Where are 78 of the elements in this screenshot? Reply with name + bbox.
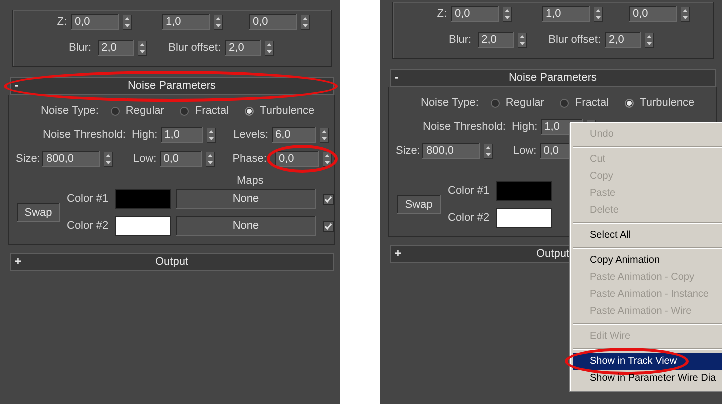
swap-button[interactable]: Swap bbox=[397, 195, 441, 214]
color-swatch[interactable] bbox=[115, 216, 171, 236]
number-field[interactable]: 1,0 bbox=[162, 14, 210, 30]
spinner-icon[interactable] bbox=[594, 6, 603, 22]
number-field[interactable]: 1,0 bbox=[542, 6, 590, 22]
field-label: Noise Type: bbox=[421, 97, 479, 109]
spinner-icon[interactable] bbox=[518, 32, 527, 48]
spinner-icon[interactable] bbox=[214, 14, 223, 30]
number-field[interactable]: 0,0 bbox=[71, 14, 119, 30]
field-label: Blur offset: bbox=[168, 42, 222, 54]
field-label: Noise Threshold: bbox=[423, 121, 506, 133]
number-field[interactable]: 0,0 bbox=[160, 151, 202, 167]
field-label: Low: bbox=[513, 145, 537, 157]
maps-label: Maps bbox=[237, 175, 264, 187]
map-button[interactable]: None bbox=[176, 189, 316, 209]
spinner-icon[interactable] bbox=[206, 152, 215, 166]
radio-option[interactable]: Fractal bbox=[180, 105, 230, 117]
spinner-icon[interactable] bbox=[681, 6, 690, 22]
radio-option[interactable]: Turbulence bbox=[245, 105, 315, 117]
field-label: High: bbox=[132, 129, 158, 141]
spinner-icon[interactable] bbox=[104, 152, 114, 166]
number-field[interactable]: 0,0 bbox=[629, 6, 677, 22]
spinner-icon[interactable] bbox=[645, 32, 654, 48]
menu-item[interactable]: Show in Track View bbox=[573, 353, 722, 370]
radio-option[interactable]: Regular bbox=[490, 97, 544, 109]
swap-button[interactable]: Swap bbox=[17, 203, 60, 222]
field-label: Blur: bbox=[449, 34, 472, 46]
radio-option[interactable]: Turbulence bbox=[625, 97, 695, 109]
menu-item[interactable]: Select All bbox=[573, 227, 722, 244]
number-field[interactable]: 2,0 bbox=[225, 40, 262, 56]
axis-label: Z: bbox=[56, 16, 68, 28]
color-label: Color #1 bbox=[448, 185, 491, 197]
checkbox[interactable] bbox=[323, 220, 334, 232]
spinner-icon[interactable] bbox=[265, 40, 274, 56]
number-field[interactable]: 6,0 bbox=[272, 127, 316, 143]
axis-label: Z: bbox=[436, 8, 448, 20]
number-field[interactable]: 800,0 bbox=[422, 143, 480, 159]
spinner-icon[interactable] bbox=[301, 14, 310, 30]
number-field[interactable]: 0,0 bbox=[249, 14, 297, 30]
spinner-icon[interactable] bbox=[138, 40, 147, 56]
radio-option[interactable]: Fractal bbox=[560, 97, 610, 109]
field-label: Levels: bbox=[234, 129, 268, 141]
spinner-icon[interactable] bbox=[123, 14, 132, 30]
spinner-icon[interactable] bbox=[320, 128, 328, 142]
menu-item[interactable]: Show in Parameter Wire Dia bbox=[573, 370, 722, 387]
color-label: Color #2 bbox=[448, 212, 491, 224]
number-field[interactable]: 2,0 bbox=[605, 32, 642, 48]
field-label: Phase: bbox=[232, 153, 267, 165]
color-label: Color #2 bbox=[67, 220, 110, 232]
spinner-icon[interactable] bbox=[503, 6, 512, 22]
rollout-header[interactable]: - Noise Parameters bbox=[390, 69, 716, 87]
field-label: Blur offset: bbox=[548, 34, 602, 46]
highlight-ellipse bbox=[266, 145, 338, 173]
rollout-header[interactable]: + Output bbox=[10, 253, 334, 271]
rollout-header[interactable]: - Noise Parameters bbox=[10, 77, 334, 95]
number-field[interactable]: 0,0 bbox=[451, 6, 499, 22]
map-button[interactable]: None bbox=[176, 216, 316, 236]
spinner-icon[interactable] bbox=[322, 152, 332, 166]
field-label: High: bbox=[512, 121, 538, 133]
radio-option[interactable]: Regular bbox=[110, 105, 164, 117]
field-label: Size: bbox=[396, 145, 420, 157]
field-label: Blur: bbox=[69, 42, 92, 54]
color-swatch[interactable] bbox=[496, 208, 552, 228]
field-label: Size: bbox=[16, 153, 40, 165]
color-swatch[interactable] bbox=[115, 189, 171, 209]
checkbox[interactable] bbox=[323, 194, 334, 204]
number-field[interactable]: 2,0 bbox=[478, 32, 514, 48]
number-field[interactable]: 0,0 bbox=[274, 151, 319, 167]
spinner-icon[interactable] bbox=[206, 128, 216, 142]
field-label: Low: bbox=[133, 153, 157, 165]
field-label: Noise Threshold: bbox=[43, 129, 126, 141]
color-label: Color #1 bbox=[67, 193, 110, 205]
color-swatch[interactable] bbox=[496, 181, 552, 201]
number-field[interactable]: 1,0 bbox=[160, 127, 203, 143]
field-label: Noise Type: bbox=[41, 105, 99, 117]
number-field[interactable]: 800,0 bbox=[42, 151, 100, 167]
spinner-icon[interactable] bbox=[484, 144, 494, 158]
number-field[interactable]: 2,0 bbox=[98, 40, 134, 56]
